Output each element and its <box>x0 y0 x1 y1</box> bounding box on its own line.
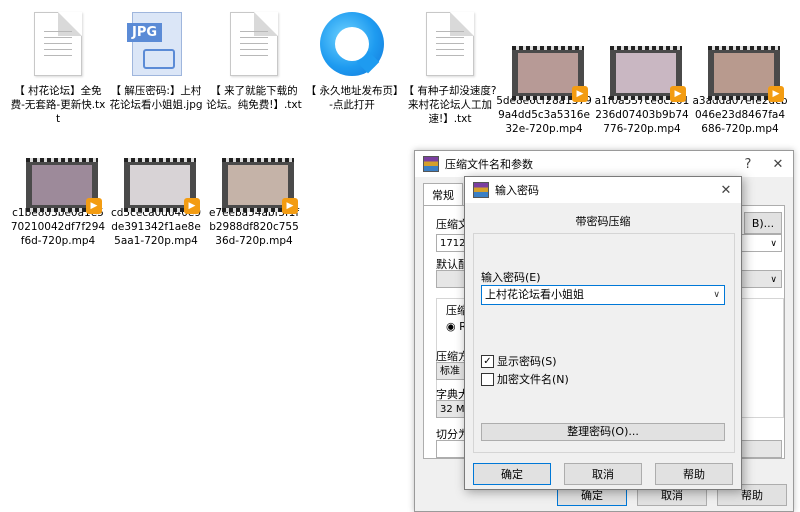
file-label: 【 永久地址发布页】-点此打开 <box>305 85 399 111</box>
password-value: 上村花论坛看小姐姐 <box>485 288 584 301</box>
close-icon[interactable]: ✕ <box>711 183 741 198</box>
chevron-down-icon[interactable]: ∨ <box>713 286 720 304</box>
password-dialog-subtitle: 带密码压缩 <box>575 215 631 228</box>
password-help-button[interactable]: 帮助 <box>655 463 733 485</box>
browser-icon <box>320 12 384 82</box>
video-file-icon: ▶ <box>124 150 200 214</box>
file-label: 【 村花论坛】全免费-无套路-更新快.txt <box>10 85 106 125</box>
desktop-file-browser[interactable]: 【 永久地址发布页】-点此打开 <box>304 6 400 112</box>
video-file-icon: ▶ <box>26 150 102 214</box>
video-file-icon: ▶ <box>708 38 784 102</box>
play-icon: ▶ <box>282 198 298 214</box>
password-dialog-title: 输入密码 <box>495 184 539 197</box>
password-cancel-button[interactable]: 取消 <box>564 463 642 485</box>
close-icon[interactable]: ✕ <box>763 157 793 172</box>
password-dialog-titlebar[interactable]: 输入密码 ✕ <box>465 177 741 203</box>
play-icon: ▶ <box>184 198 200 214</box>
show-password-checkbox[interactable]: ✓ 显示密码(S) <box>481 353 557 369</box>
play-icon: ▶ <box>86 198 102 214</box>
desktop-file-video[interactable]: ▶ c1be803be0a1e570210042df7f294f6d-720p.m… <box>10 144 106 248</box>
jpg-tag: JPG <box>127 23 163 42</box>
winrar-icon <box>473 182 489 198</box>
play-icon: ▶ <box>670 86 686 102</box>
tab-general[interactable]: 常规 <box>423 183 463 206</box>
chevron-down-icon: ∨ <box>770 275 777 285</box>
desktop-file-txt[interactable]: 【 有种子却没速度?来村花论坛人工加速!】.txt <box>402 6 498 126</box>
password-ok-button[interactable]: 确定 <box>473 463 551 485</box>
password-label: 输入密码(E) <box>481 271 541 284</box>
desktop-file-video[interactable]: ▶ a1f0a537ce6c201236d07403b9b74776-720p.m… <box>594 32 690 136</box>
password-input[interactable]: 上村花论坛看小姐姐 ∨ <box>481 285 725 305</box>
archive-dialog-titlebar[interactable]: 压缩文件名和参数 ? ✕ <box>415 151 793 177</box>
desktop-file-video[interactable]: ▶ 5de8e6cf28a13799a4dd5c3a5316e32e-720p.m… <box>496 32 592 136</box>
play-icon: ▶ <box>572 86 588 102</box>
winrar-icon <box>423 156 439 172</box>
checkbox-unchecked-icon <box>481 372 494 386</box>
text-file-icon <box>418 12 482 82</box>
encrypt-filenames-label: 加密文件名(N) <box>497 373 569 386</box>
text-file-icon <box>222 12 286 82</box>
show-password-label: 显示密码(S) <box>497 355 557 368</box>
encrypt-filenames-checkbox[interactable]: 加密文件名(N) <box>481 371 569 387</box>
image-file-icon: JPG <box>124 12 188 82</box>
play-icon: ▶ <box>768 86 784 102</box>
checkbox-checked-icon: ✓ <box>481 354 494 368</box>
desktop-file-txt[interactable]: 【 来了就能下载的论坛。纯免费!】.txt <box>206 6 302 112</box>
organize-passwords-button[interactable]: 整理密码(O)... <box>481 423 725 441</box>
desktop-file-txt[interactable]: 【 村花论坛】全免费-无套路-更新快.txt <box>10 6 106 126</box>
password-dialog: 输入密码 ✕ 带密码压缩 输入密码(E) 上村花论坛看小姐姐 ∨ ✓ 显示密码(… <box>464 176 742 490</box>
video-file-icon: ▶ <box>512 38 588 102</box>
archive-dialog-title: 压缩文件名和参数 <box>445 158 533 171</box>
password-group <box>473 233 735 453</box>
chevron-down-icon: ∨ <box>770 239 777 249</box>
file-label: 【 来了就能下载的论坛。纯免费!】.txt <box>206 85 302 111</box>
file-label: 【 解压密码:】上村花论坛看小姐姐.jpg <box>109 85 203 111</box>
video-file-icon: ▶ <box>222 150 298 214</box>
browse-button[interactable]: B)... <box>744 212 782 234</box>
desktop-file-video[interactable]: ▶ a3adda07efe2dcb046e23d8467fa4686-720p.m… <box>692 32 788 136</box>
text-file-icon <box>26 12 90 82</box>
split-unit-select[interactable] <box>736 440 782 458</box>
desktop-file-jpg[interactable]: JPG 【 解压密码:】上村花论坛看小姐姐.jpg <box>108 6 204 112</box>
desktop-file-video[interactable]: ▶ e7eeba54abf3f1fb2988df820c75536d-720p.m… <box>206 144 302 248</box>
help-icon[interactable]: ? <box>733 157 763 172</box>
video-file-icon: ▶ <box>610 38 686 102</box>
desktop-file-video[interactable]: ▶ cd5ceca0d640e9de391342f1ae8e5aa1-720p.m… <box>108 144 204 248</box>
file-label: 【 有种子却没速度?来村花论坛人工加速!】.txt <box>403 85 497 125</box>
